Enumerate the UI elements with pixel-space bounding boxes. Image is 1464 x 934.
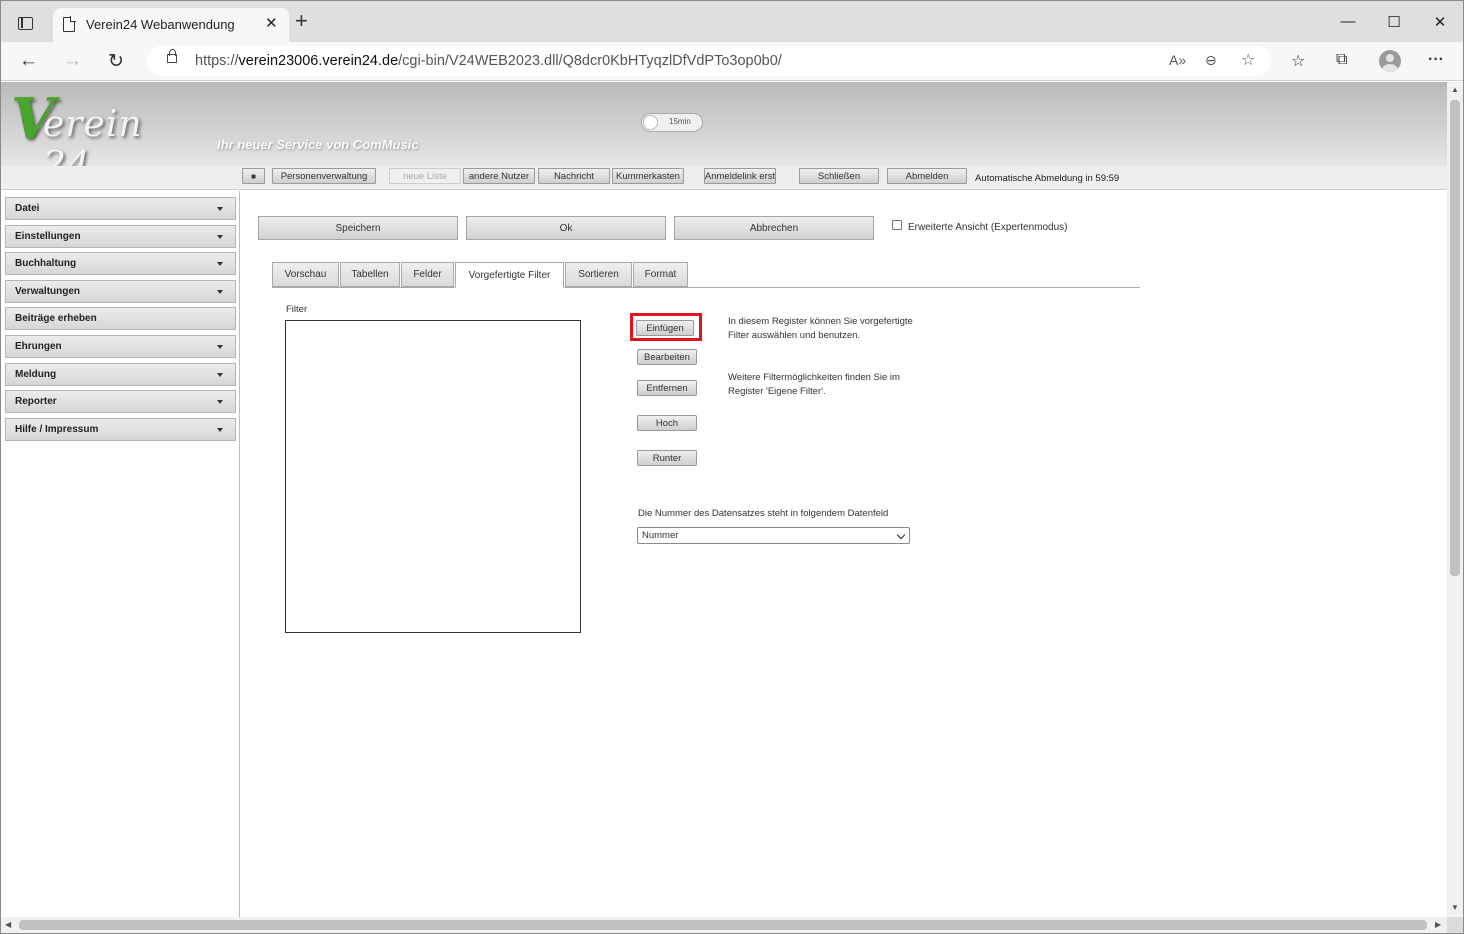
- chevron-down-icon: [217, 262, 223, 266]
- edit-button[interactable]: Bearbeiten: [637, 349, 697, 365]
- timer-label: 15min: [669, 117, 691, 126]
- chevron-down-icon: [217, 207, 223, 211]
- tab-actions-icon[interactable]: [18, 17, 33, 30]
- menu-nachricht[interactable]: Nachricht: [538, 168, 610, 184]
- record-number-label: Die Nummer des Datensatzes steht in folg…: [638, 508, 889, 519]
- sidebar-item-beitraege[interactable]: Beiträge erheben: [5, 307, 236, 330]
- menu-schliessen[interactable]: Schließen: [799, 168, 879, 184]
- scroll-right-icon[interactable]: ▶: [1435, 920, 1441, 929]
- auto-logout-text: Automatische Abmeldung in 59:59: [975, 173, 1120, 184]
- app-header: V erein 24 Ihr neuer Service von ComMusi…: [1, 82, 1447, 186]
- forward-icon[interactable]: →: [63, 50, 82, 72]
- tab-vorgefertigte-filter[interactable]: Vorgefertigte Filter: [455, 262, 564, 288]
- browser-titlebar: Verein24 Webanwendung ✕ + — ☐ ✕: [1, 1, 1463, 42]
- top-menubar: ■ Personenverwaltung neue Liste andere N…: [1, 166, 1447, 190]
- scroll-down-icon[interactable]: ▼: [1451, 903, 1459, 912]
- scroll-left-icon[interactable]: ◀: [5, 920, 11, 929]
- vertical-scrollbar[interactable]: ▲ ▼: [1447, 82, 1463, 917]
- save-button[interactable]: Speichern: [258, 216, 458, 240]
- session-timer-toggle[interactable]: 15min: [641, 113, 703, 132]
- tab-vorschau[interactable]: Vorschau: [272, 262, 339, 287]
- tab-felder[interactable]: Felder: [401, 262, 454, 287]
- maximize-icon[interactable]: ☐: [1371, 1, 1417, 42]
- verein24-logo: V erein 24: [11, 86, 143, 186]
- url-text[interactable]: https://verein23006.verein24.de/cgi-bin/…: [195, 53, 782, 69]
- tab-format[interactable]: Format: [633, 262, 688, 287]
- sidebar-item-reporter[interactable]: Reporter: [5, 390, 236, 413]
- info-text-1: In diesem Register können Sie vorgeferti…: [728, 316, 913, 341]
- toggle-knob: [643, 115, 658, 130]
- sidebar-item-meldung[interactable]: Meldung: [5, 363, 236, 386]
- chevron-down-icon: [217, 345, 223, 349]
- refresh-icon[interactable]: ↻: [108, 50, 124, 73]
- menu-anmeldelink[interactable]: Anmeldelink erst: [704, 168, 776, 184]
- vertical-scroll-thumb[interactable]: [1450, 100, 1460, 576]
- web-page: V erein 24 Ihr neuer Service von ComMusi…: [1, 82, 1447, 917]
- info-text-2: Weitere Filtermöglichkeiten finden Sie i…: [728, 372, 900, 397]
- horizontal-scrollbar[interactable]: ◀ ▶: [1, 917, 1447, 933]
- sidebar-item-datei[interactable]: Datei: [5, 197, 236, 220]
- insert-button[interactable]: Einfügen: [636, 320, 694, 336]
- menu-toggle-icon[interactable]: ■: [242, 168, 265, 184]
- move-down-button[interactable]: Runter: [637, 450, 697, 466]
- tab-divider: [272, 287, 1140, 288]
- chevron-down-icon: [217, 235, 223, 239]
- menu-neue-liste[interactable]: neue Liste: [389, 168, 461, 184]
- scroll-up-icon[interactable]: ▲: [1451, 85, 1459, 94]
- back-icon[interactable]: ←: [19, 50, 38, 72]
- sidebar: Datei Einstellungen Buchhaltung Verwaltu…: [1, 191, 240, 917]
- read-aloud-icon[interactable]: A»: [1169, 52, 1186, 68]
- favorites-icon[interactable]: ☆: [1291, 51, 1305, 71]
- address-bar[interactable]: https://verein23006.verein24.de/cgi-bin/…: [147, 46, 1271, 76]
- lock-icon[interactable]: [167, 49, 177, 63]
- tab-sortieren[interactable]: Sortieren: [565, 262, 632, 287]
- sidebar-item-einstellungen[interactable]: Einstellungen: [5, 225, 236, 248]
- menu-andere-nutzer[interactable]: andere Nutzer: [463, 168, 535, 184]
- collections-icon[interactable]: ⧉: [1336, 51, 1347, 69]
- checkbox-box[interactable]: [892, 219, 902, 230]
- address-toolbar: ← → ↻ https://verein23006.verein24.de/cg…: [1, 42, 1463, 81]
- sidebar-item-buchhaltung[interactable]: Buchhaltung: [5, 252, 236, 275]
- chevron-down-icon: [217, 373, 223, 377]
- cancel-button[interactable]: Abbrechen: [674, 216, 874, 240]
- close-window-icon[interactable]: ✕: [1417, 1, 1463, 42]
- new-tab-icon[interactable]: +: [295, 10, 308, 32]
- ok-button[interactable]: Ok: [466, 216, 666, 240]
- page-icon: [63, 16, 76, 32]
- tab-title: Verein24 Webanwendung: [86, 17, 235, 32]
- browser-tab[interactable]: Verein24 Webanwendung ✕: [53, 8, 289, 42]
- zoom-icon[interactable]: ⊖: [1205, 52, 1217, 69]
- expert-mode-checkbox[interactable]: Erweiterte Ansicht (Expertenmodus): [892, 219, 1068, 233]
- sidebar-item-hilfe[interactable]: Hilfe / Impressum: [5, 418, 236, 441]
- menu-personenverwaltung[interactable]: Personenverwaltung: [272, 168, 376, 184]
- add-favorite-icon[interactable]: ☆: [1241, 50, 1255, 70]
- minimize-icon[interactable]: —: [1325, 1, 1371, 42]
- filter-label: Filter: [286, 304, 308, 315]
- menu-abmelden[interactable]: Abmelden: [887, 168, 967, 184]
- slogan: Ihr neuer Service von ComMusic: [217, 137, 419, 152]
- profile-avatar[interactable]: [1379, 50, 1401, 72]
- chevron-down-icon: [217, 290, 223, 294]
- tab-tabellen[interactable]: Tabellen: [340, 262, 400, 287]
- filter-listbox[interactable]: [285, 320, 581, 633]
- more-options-icon[interactable]: ···: [1428, 51, 1444, 69]
- remove-button[interactable]: Entfernen: [637, 380, 697, 396]
- chevron-down-icon: [896, 530, 906, 540]
- close-tab-icon[interactable]: ✕: [265, 14, 278, 32]
- scrollbar-corner: [1447, 917, 1463, 933]
- chevron-down-icon: [217, 428, 223, 432]
- menu-kummerkasten[interactable]: Kummerkasten: [612, 168, 684, 184]
- sidebar-item-verwaltungen[interactable]: Verwaltungen: [5, 280, 236, 303]
- horizontal-scroll-thumb[interactable]: [19, 920, 1427, 930]
- sidebar-item-ehrungen[interactable]: Ehrungen: [5, 335, 236, 358]
- move-up-button[interactable]: Hoch: [637, 415, 697, 431]
- record-field-select[interactable]: Nummer: [637, 527, 910, 544]
- chevron-down-icon: [217, 400, 223, 404]
